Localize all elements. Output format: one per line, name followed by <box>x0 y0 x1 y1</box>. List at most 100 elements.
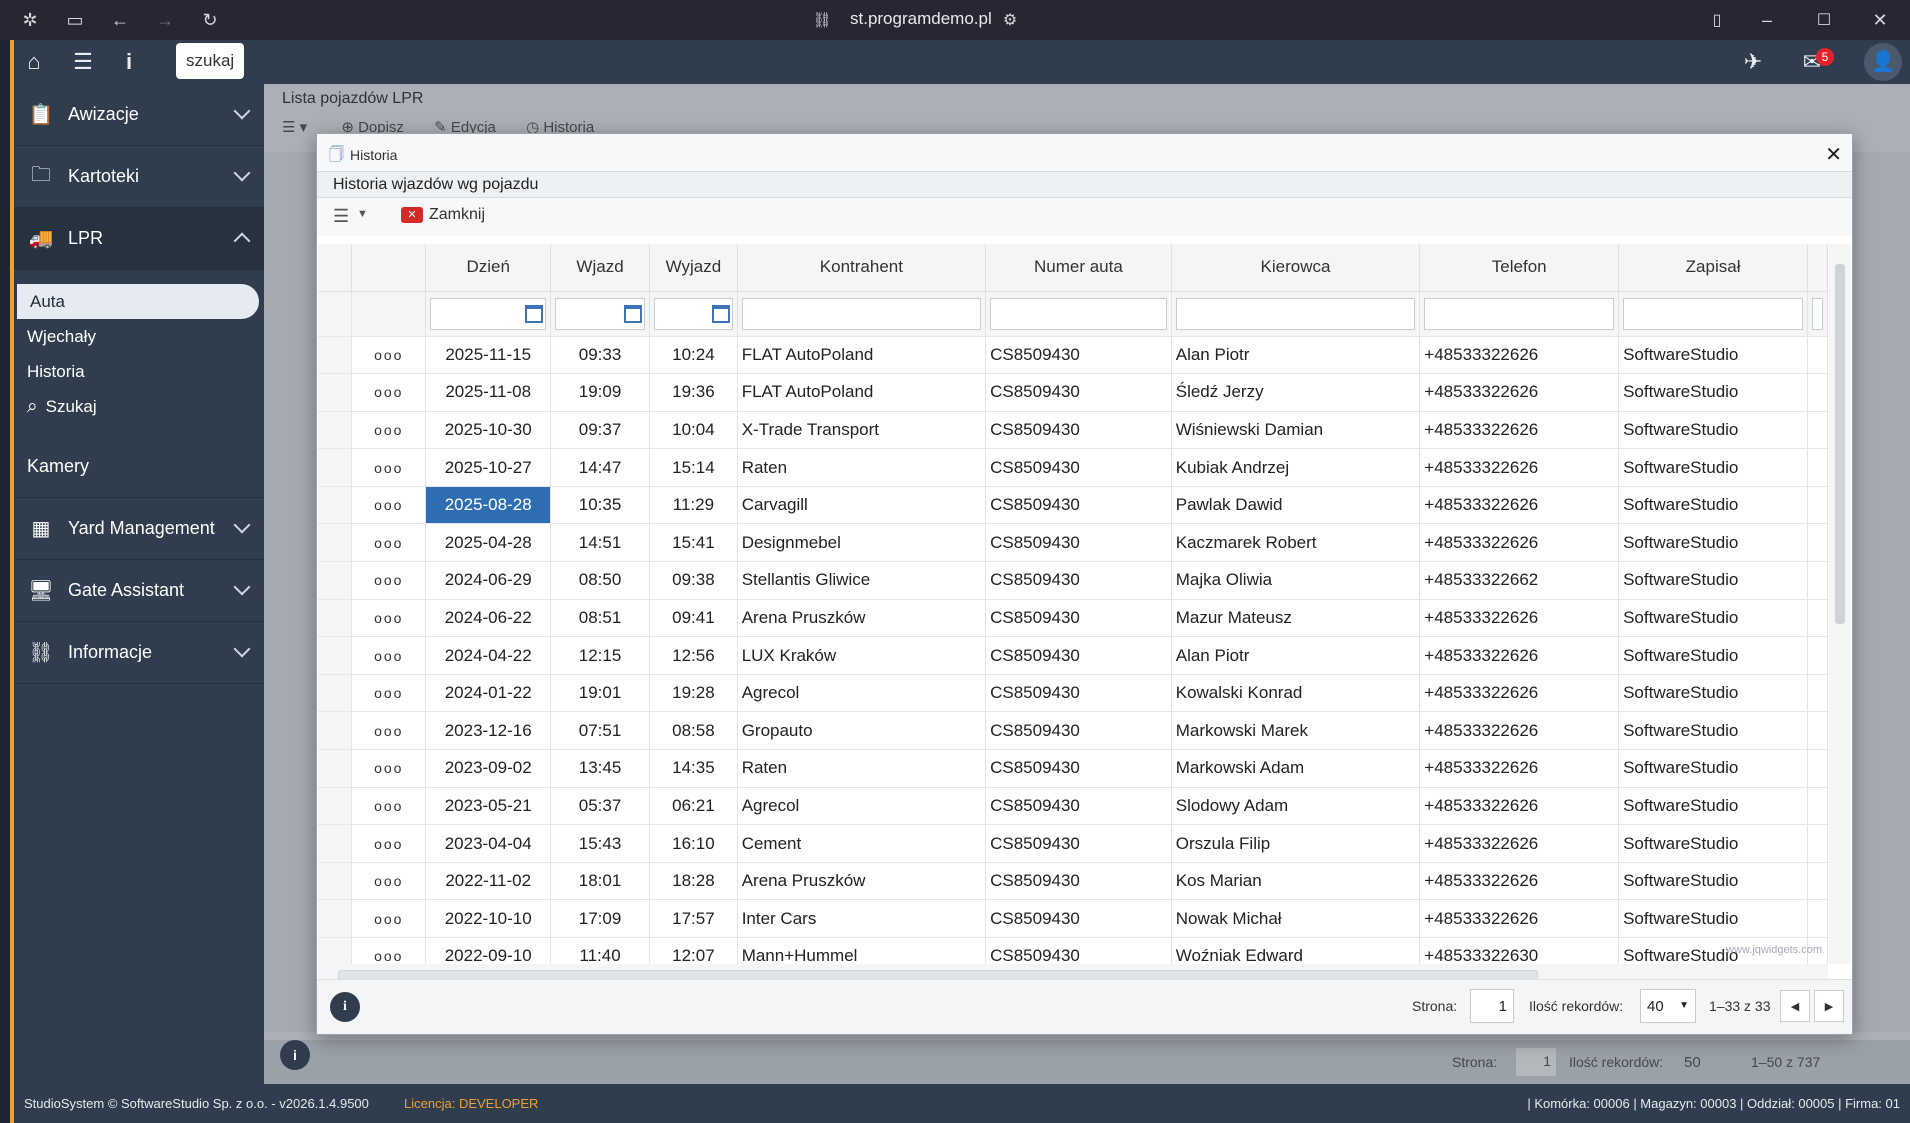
calendar-icon[interactable] <box>711 304 730 323</box>
cell-wjazd[interactable]: 14:51 <box>550 523 651 563</box>
cell-telefon[interactable]: +48533322626 <box>1419 411 1620 450</box>
cell-numer-auta[interactable]: CS8509430 <box>985 523 1172 563</box>
search-button[interactable]: szukaj <box>176 43 245 79</box>
cell-wyjazd[interactable]: 10:24 <box>649 336 738 375</box>
cell-wjazd[interactable]: 12:15 <box>550 636 651 675</box>
cell-kierowca[interactable]: Nowak Michał <box>1171 899 1421 938</box>
close-window-icon[interactable]: ✕ <box>1868 8 1892 32</box>
cell-kontrahent[interactable]: Agrecol <box>737 787 987 826</box>
cell-numer-auta[interactable]: CS8509430 <box>985 787 1172 826</box>
caret-down-icon[interactable]: ▼ <box>357 208 368 220</box>
table-row[interactable]: ooo 2025-10-30 09:37 10:04 X-Trade Transport… <box>318 411 1828 450</box>
sidebar-item-yard-management[interactable]: ▦ Yard Management <box>14 498 264 560</box>
filter-extra[interactable] <box>1807 291 1828 337</box>
cell-kontrahent[interactable]: FLAT AutoPoland <box>737 373 987 412</box>
cell-numer-auta[interactable]: CS8509430 <box>985 824 1172 863</box>
cell-dzien[interactable]: 2024-04-22 <box>425 636 551 675</box>
cell-numer-auta[interactable]: CS8509430 <box>985 862 1172 901</box>
cell-zapisal[interactable]: SoftwareStudio <box>1618 523 1809 563</box>
info-icon[interactable]: i <box>330 992 360 1022</box>
table-row[interactable]: ooo 2022-10-10 17:09 17:57 Inter Cars CS85094… <box>318 899 1828 938</box>
more-dots-icon[interactable]: ooo <box>374 648 403 664</box>
cell-wjazd[interactable]: 13:45 <box>550 749 651 788</box>
back-icon[interactable]: ← <box>108 8 132 32</box>
col-header-zapisal[interactable]: Zapisał <box>1618 244 1809 292</box>
cell-wyjazd[interactable]: 12:56 <box>649 636 738 675</box>
cell-zapisal[interactable]: SoftwareStudio <box>1618 486 1809 525</box>
cell-wjazd[interactable]: 07:51 <box>550 711 651 751</box>
more-dots-icon[interactable]: ooo <box>374 723 403 739</box>
more-dots-icon[interactable]: ooo <box>374 535 403 551</box>
col-header-kierowca[interactable]: Kierowca <box>1171 244 1421 292</box>
filter-kontrahent[interactable] <box>737 291 987 337</box>
table-row[interactable]: ooo 2023-09-02 13:45 14:35 Raten CS8509430 Mar… <box>318 749 1828 788</box>
cell-wjazd[interactable]: 10:35 <box>550 486 651 525</box>
cell-telefon[interactable]: +48533322626 <box>1419 336 1620 375</box>
cell-kierowca[interactable]: Kos Marian <box>1171 862 1421 901</box>
cell-wyjazd[interactable]: 16:10 <box>649 824 738 863</box>
user-avatar-icon[interactable]: 👤 <box>1864 43 1902 81</box>
cell-zapisal[interactable]: SoftwareStudio <box>1618 336 1809 375</box>
more-dots-icon[interactable]: ooo <box>374 760 403 776</box>
cell-kierowca[interactable]: Slodowy Adam <box>1171 787 1421 826</box>
filter-numer-auta[interactable] <box>985 291 1172 337</box>
cell-kierowca[interactable]: Kowalski Konrad <box>1171 674 1421 713</box>
row-action-menu[interactable]: ooo <box>351 336 427 375</box>
cell-telefon[interactable]: +48533322626 <box>1419 373 1620 412</box>
cell-zapisal[interactable]: SoftwareStudio <box>1618 561 1809 600</box>
cell-telefon[interactable]: +48533322626 <box>1419 674 1620 713</box>
cell-kontrahent[interactable]: Raten <box>737 448 987 487</box>
col-header-wjazd[interactable]: Wjazd <box>550 244 651 292</box>
filter-dzien[interactable] <box>425 291 551 337</box>
cell-zapisal[interactable]: SoftwareStudio <box>1618 599 1809 638</box>
table-row[interactable]: ooo 2023-12-16 07:51 08:58 Gropauto CS8509430… <box>318 711 1828 751</box>
cell-wyjazd[interactable]: 12:07 <box>649 937 738 964</box>
cell-wjazd[interactable]: 19:09 <box>550 373 651 412</box>
table-row[interactable]: ooo 2024-06-29 08:50 09:38 Stellantis Gliwic… <box>318 561 1828 600</box>
cell-wyjazd[interactable]: 06:21 <box>649 787 738 826</box>
site-settings-icon[interactable]: ⚙ <box>998 8 1022 32</box>
cell-kontrahent[interactable]: FLAT AutoPoland <box>737 336 987 375</box>
cell-kierowca[interactable]: Alan Piotr <box>1171 636 1421 675</box>
table-row[interactable]: ooo 2023-05-21 05:37 06:21 Agrecol CS8509430 S… <box>318 787 1828 826</box>
sidebar-item-kamery[interactable]: Kamery <box>14 436 264 498</box>
cell-wjazd[interactable]: 09:37 <box>550 411 651 450</box>
cell-dzien[interactable]: 2025-11-15 <box>425 336 551 375</box>
cell-kierowca[interactable]: Orszula Filip <box>1171 824 1421 863</box>
cell-kontrahent[interactable]: Arena Pruszków <box>737 862 987 901</box>
cell-numer-auta[interactable]: CS8509430 <box>985 373 1172 412</box>
cell-kontrahent[interactable]: Mann+Hummel <box>737 937 987 964</box>
table-row[interactable]: ooo 2025-11-08 19:09 19:36 FLAT AutoPoland CS… <box>318 373 1828 412</box>
cell-numer-auta[interactable]: CS8509430 <box>985 411 1172 450</box>
row-action-menu[interactable]: ooo <box>351 411 427 450</box>
info-icon[interactable]: i <box>114 48 144 76</box>
cell-zapisal[interactable]: SoftwareStudio <box>1618 787 1809 826</box>
more-dots-icon[interactable]: ooo <box>374 948 403 964</box>
minimize-icon[interactable]: – <box>1755 8 1779 32</box>
sidebar-subitem-szukaj[interactable]: ⌕ Szukaj <box>14 389 264 424</box>
more-dots-icon[interactable]: ooo <box>374 422 403 438</box>
cell-numer-auta[interactable]: CS8509430 <box>985 486 1172 525</box>
cell-telefon[interactable]: +48533322626 <box>1419 749 1620 788</box>
sidebar-item-gate-assistant[interactable]: 🖥 Gate Assistant <box>14 560 264 622</box>
row-action-menu[interactable]: ooo <box>351 448 427 487</box>
row-action-menu[interactable]: ooo <box>351 711 427 751</box>
table-row[interactable]: ooo 2025-08-28 10:35 11:29 Carvagill CS850943… <box>318 486 1828 525</box>
cell-dzien[interactable]: 2023-12-16 <box>425 711 551 751</box>
row-action-menu[interactable]: ooo <box>351 523 427 563</box>
cell-dzien[interactable]: 2022-09-10 <box>425 937 551 964</box>
cell-wyjazd[interactable]: 15:14 <box>649 448 738 487</box>
more-dots-icon[interactable]: ooo <box>374 911 403 927</box>
more-dots-icon[interactable]: ooo <box>374 610 403 626</box>
more-dots-icon[interactable]: ooo <box>374 572 403 588</box>
cell-numer-auta[interactable]: CS8509430 <box>985 937 1172 964</box>
more-dots-icon[interactable]: ooo <box>374 873 403 889</box>
cell-kontrahent[interactable]: Designmebel <box>737 523 987 563</box>
sidebar-item-kartoteki[interactable]: 🗀 Kartoteki <box>14 146 264 208</box>
cell-wyjazd[interactable]: 08:58 <box>649 711 738 751</box>
sidebar-subitem-wjechaly[interactable]: Wjechały <box>14 319 264 354</box>
cell-dzien[interactable]: 2024-06-29 <box>425 561 551 600</box>
cell-kierowca[interactable]: Kaczmarek Robert <box>1171 523 1421 563</box>
address-bar[interactable]: st.programdemo.pl <box>850 9 992 29</box>
table-row[interactable]: ooo 2022-11-02 18:01 18:28 Arena Pruszków CS8… <box>318 862 1828 901</box>
